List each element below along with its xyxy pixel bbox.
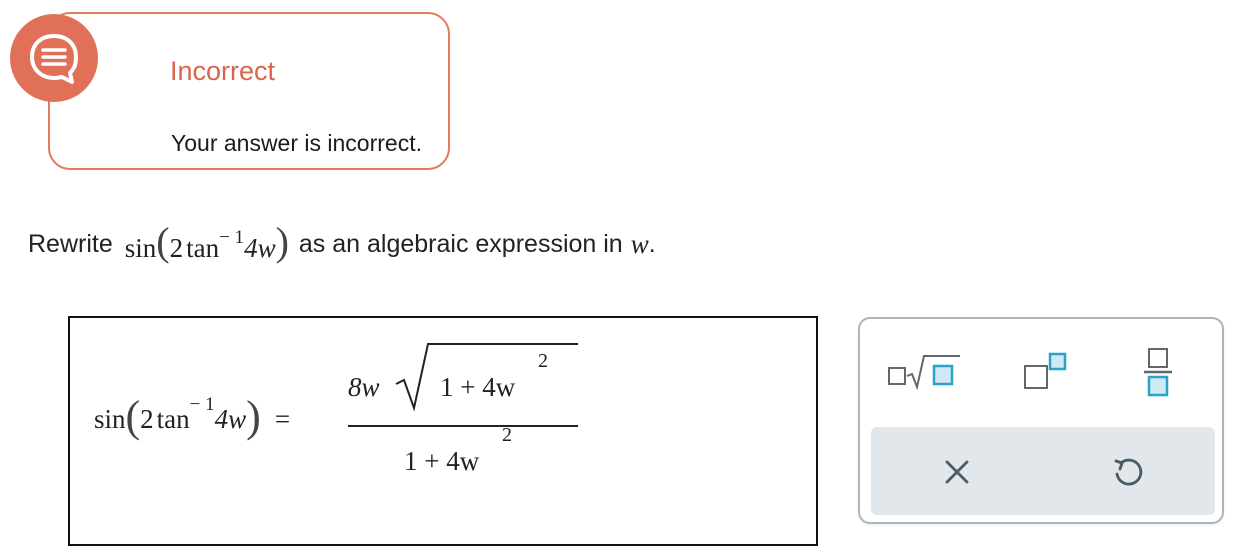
answer-input-box[interactable]: sin(2 tan − 1 4w) = 8w 1 + 4w 2 1 + 4w 2 [68,316,818,546]
radicand-text: 1 + 4w [440,372,516,402]
question-suffix: . [648,229,656,258]
answer-right-paren: ) [246,392,261,441]
denominator-text: 1 + 4w [404,446,480,476]
math-palette [858,317,1224,524]
left-paren: ( [156,219,170,264]
question-coef: 2 [169,233,184,263]
feedback-title: Incorrect [170,56,276,86]
question-text: Rewrite sin(2 tan− 14w) as an algebraic e… [28,222,656,266]
numerator-coef: 8w [348,372,380,402]
answer-fraction: 8w 1 + 4w 2 1 + 4w 2 [348,332,578,492]
answer-lhs-func: sin [94,403,126,434]
clear-x-icon[interactable] [927,447,987,497]
fraction-template-icon[interactable] [1128,341,1188,401]
answer-equals: = [274,403,291,434]
denominator-exponent: 2 [502,424,512,446]
question-inner-func: tan [186,233,220,263]
right-paren: ) [275,219,289,264]
numerator-radicand: 1 + 4w [440,372,515,403]
feedback-box: Incorrect Your answer is incorrect. [48,12,450,170]
answer-lhs-coef: 2 [140,403,154,434]
question-prefix: Rewrite [28,229,113,258]
question-middle: as an algebraic expression in [298,229,623,258]
question-variable: w [630,228,649,259]
answer-lhs-exp: − 1 [189,394,215,415]
question-inverse-exp: − 1 [219,227,245,248]
fraction-denominator: 1 + 4w 2 [348,424,578,492]
palette-action-bar [871,427,1215,515]
radicand-exponent: 2 [538,350,548,372]
answer-lhs-arg: 4w [214,403,247,434]
speech-bubble-icon [10,14,98,102]
answer-lhs-inner: tan [156,403,190,434]
undo-icon[interactable] [1097,445,1157,499]
sqrt-template-icon[interactable] [882,345,966,395]
exponent-template-icon[interactable] [1008,345,1078,395]
question-arg: 4w [244,233,276,263]
fraction-numerator: 8w 1 + 4w 2 [348,332,578,422]
question-math: sin(2 tan− 14w) [124,222,289,264]
fraction-bar [348,425,578,427]
feedback-message: Your answer is incorrect. [171,130,422,156]
answer-lhs: sin(2 tan − 1 4w) = [94,394,290,444]
answer-left-paren: ( [125,392,141,441]
question-func: sin [124,233,157,263]
